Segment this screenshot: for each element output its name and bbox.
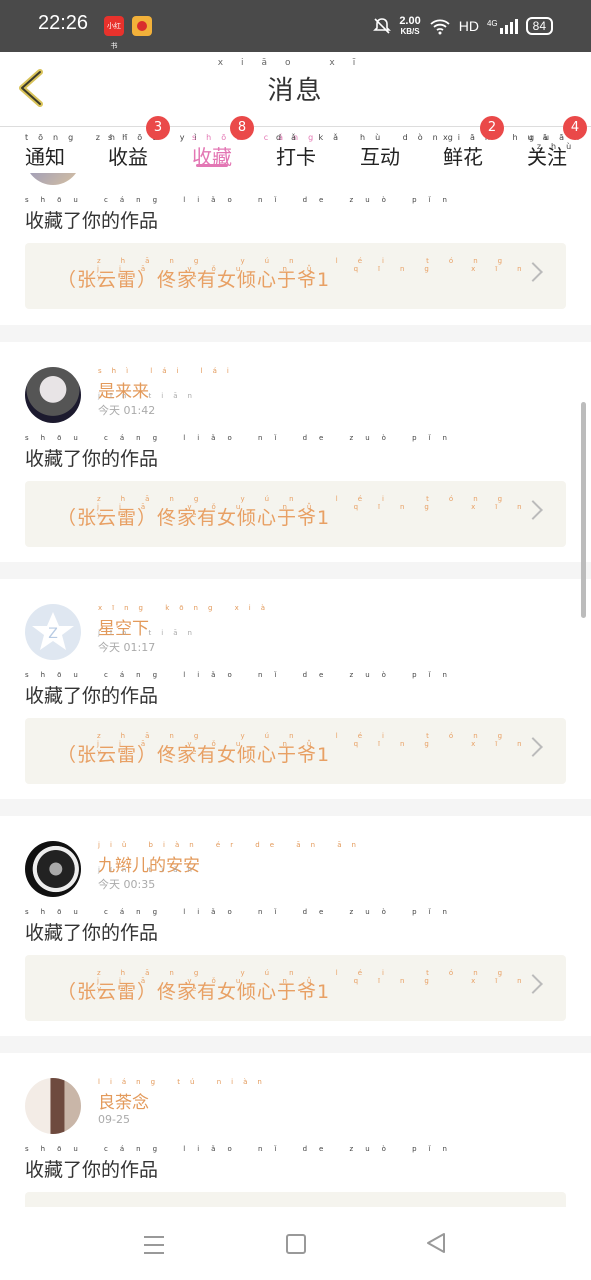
tab-label: 通知 xyxy=(25,145,65,169)
action-pinyin: shōu cáng liǎo nǐ de zuò pǐn xyxy=(25,908,459,916)
tab-label: 鲜花 xyxy=(443,145,483,169)
username[interactable]: liáng tú niàn 良荼念 xyxy=(98,1078,262,1113)
username-pinyin: liáng tú niàn xyxy=(98,1078,272,1086)
work-title: （张云雷）佟家有女倾心于爷1 xyxy=(57,507,331,529)
signal-label: 4G xyxy=(486,18,498,28)
default-avatar-icon: Z xyxy=(32,612,74,650)
message-list: shōu cáng liǎo nǐ de zuò pǐn 收藏了你的作品 zhān… xyxy=(0,173,591,1207)
action-pinyin: shōu cáng liǎo nǐ de zuò pǐn xyxy=(25,434,459,442)
action-text: shōu cáng liǎo nǐ de zuò pǐn 收藏了你的作品 xyxy=(25,908,447,945)
avatar[interactable] xyxy=(25,367,81,423)
tab-label: 关注 xyxy=(527,145,567,169)
timestamp: jīn tiān 今天 01:42 xyxy=(98,392,192,418)
work-link[interactable]: zhāng yún léi tóng jiā yǒu nǚ qīng xīn y… xyxy=(25,481,566,547)
username-label: 良荼念 xyxy=(98,1093,149,1113)
list-item: Z xīng kōng xià 星空下 jīn tiān 今天 01:17 shōu… xyxy=(0,579,591,799)
work-link[interactable]: zhāng yún léi tóng jiā yǒu nǚ qīng xīn y… xyxy=(25,718,566,784)
tab-label: 互动 xyxy=(360,145,400,169)
tab-checkin[interactable]: dǎ kǎ 打卡 xyxy=(276,133,348,170)
svg-text:Z: Z xyxy=(48,626,58,642)
signal-indicator: 4G xyxy=(486,18,518,34)
time-label: 今天 00:35 xyxy=(98,878,156,891)
tab-pinyin: dǎ kǎ xyxy=(276,133,349,142)
timestamp: jīn tiān 今天 01:17 xyxy=(98,629,192,655)
work-title: （张云雷）佟家有女倾心于爷1 xyxy=(57,269,331,291)
username-pinyin: xīng kōng xià xyxy=(98,604,276,612)
action-text: shōu cáng liǎo nǐ de zuò pǐn 收藏了你的作品 xyxy=(25,671,447,708)
work-title: （张云雷）佟家有女倾心于爷1 xyxy=(57,981,331,1003)
work-link[interactable]: zhāng yún léi tóng jiā yǒu nǚ qīng xīn y… xyxy=(25,955,566,1021)
action-label: 收藏了你的作品 xyxy=(25,685,159,707)
username-pinyin: shì lái lái xyxy=(98,367,239,375)
time-label: 今天 01:42 xyxy=(98,404,156,417)
list-item: shōu cáng liǎo nǐ de zuò pǐn 收藏了你的作品 zhān… xyxy=(0,173,591,325)
network-speed: 2.00 KB/S xyxy=(399,14,421,37)
network-type: HD xyxy=(458,18,479,34)
status-bar: 22:26 小红书 2.00 KB/S HD 4G 84 xyxy=(0,0,591,52)
username-pinyin: jiǔ biàn ér de ān ān xyxy=(98,841,366,849)
scrollbar[interactable] xyxy=(581,402,586,618)
time-pinyin: jīn tiān xyxy=(98,629,202,637)
speed-unit: KB/S xyxy=(400,26,420,36)
avatar[interactable] xyxy=(25,173,81,185)
wifi-icon xyxy=(430,19,450,35)
back-triangle-icon[interactable] xyxy=(424,1231,448,1255)
xiaohongshu-icon: 小红书 xyxy=(104,16,124,50)
tab-label: 收益 xyxy=(108,145,148,169)
weibo-icon xyxy=(132,16,152,36)
home-icon[interactable] xyxy=(286,1234,306,1254)
tab-follows[interactable]: guān zhù 关注 xyxy=(527,133,591,170)
tab-follows-badge: 4 xyxy=(563,116,587,140)
work-title: （张云雷）佟家有女倾心于爷1 xyxy=(57,744,331,766)
time-label: 09-25 xyxy=(98,1113,130,1126)
avatar[interactable] xyxy=(25,1078,81,1134)
page-title: xiāo xī 消息 xyxy=(0,58,591,107)
status-time: 22:26 xyxy=(38,12,89,34)
action-text: shōu cáng liǎo nǐ de zuò pǐn 收藏了你的作品 xyxy=(25,1145,447,1182)
time-label: 今天 01:17 xyxy=(98,641,156,654)
avatar[interactable] xyxy=(25,841,81,897)
work-link[interactable]: zhāng yún léi tóng jiā yǒu nǚ qīng xīn y… xyxy=(25,243,566,309)
action-text: shōu cáng liǎo nǐ de zuò pǐn 收藏了你的作品 xyxy=(25,196,447,233)
tab-favorites-badge: 8 xyxy=(230,116,254,140)
app-header: xiāo xī 消息 xyxy=(0,52,591,127)
avatar[interactable]: Z xyxy=(25,604,81,660)
tab-earnings-badge: 3 xyxy=(146,116,170,140)
action-pinyin: shōu cáng liǎo nǐ de zuò pǐn xyxy=(25,1145,459,1153)
work-link[interactable] xyxy=(25,1192,566,1207)
time-pinyin: jīn tiān xyxy=(98,866,202,874)
tab-flowers-badge: 2 xyxy=(480,116,504,140)
bell-muted-icon xyxy=(373,18,392,34)
menu-icon[interactable] xyxy=(144,1236,164,1254)
action-label: 收藏了你的作品 xyxy=(25,922,159,944)
speed-value: 2.00 xyxy=(399,14,421,27)
system-nav-bar xyxy=(0,1207,591,1280)
action-label: 收藏了你的作品 xyxy=(25,210,159,232)
action-pinyin: shōu cáng liǎo nǐ de zuò pǐn xyxy=(25,196,459,204)
tab-label: 打卡 xyxy=(276,145,316,169)
list-item: jiǔ biàn ér de ān ān 九辫儿的安安 jīn tiān 今天 00… xyxy=(0,816,591,1036)
action-pinyin: shōu cáng liǎo nǐ de zuò pǐn xyxy=(25,671,459,679)
timestamp: 09-25 xyxy=(98,1113,130,1126)
timestamp: jīn tiān 今天 00:35 xyxy=(98,866,192,892)
battery-indicator: 84 xyxy=(525,17,553,35)
list-item: liáng tú niàn 良荼念 09-25 shōu cáng liǎo nǐ… xyxy=(0,1053,591,1207)
action-label: 收藏了你的作品 xyxy=(25,448,159,470)
action-label: 收藏了你的作品 xyxy=(25,1159,159,1181)
time-pinyin: jīn tiān xyxy=(98,392,202,400)
title-text: 消息 xyxy=(267,76,324,106)
list-item: shì lái lái 是来来 jīn tiān 今天 01:42 shōu cán… xyxy=(0,342,591,562)
action-text: shōu cáng liǎo nǐ de zuò pǐn 收藏了你的作品 xyxy=(25,434,447,471)
active-tab-indicator xyxy=(196,164,228,167)
title-pinyin: xiāo xī xyxy=(217,58,374,68)
